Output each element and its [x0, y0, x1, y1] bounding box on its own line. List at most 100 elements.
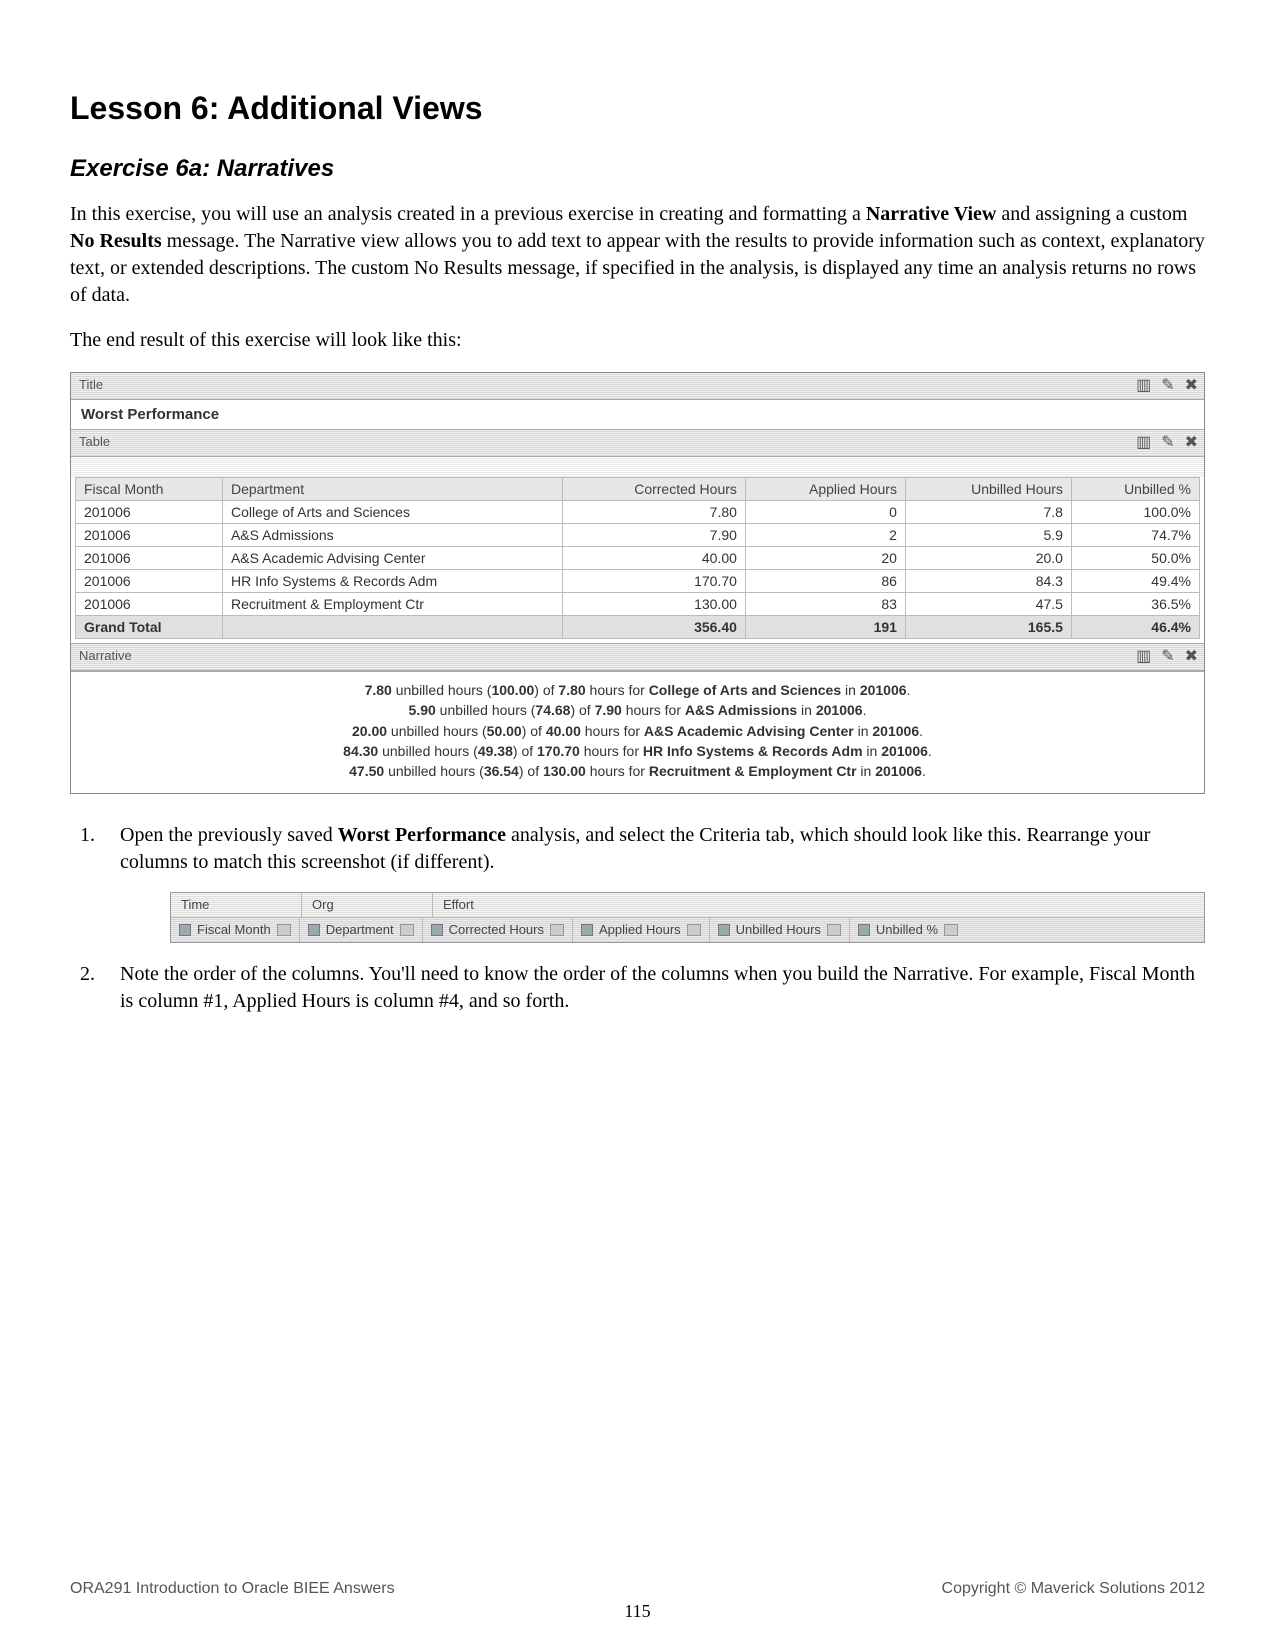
- table-view-body: Fiscal Month Department Corrected Hours …: [71, 477, 1204, 644]
- data-table: Fiscal Month Department Corrected Hours …: [75, 477, 1200, 639]
- cell: 86: [745, 570, 905, 593]
- table-row: 201006A&S Admissions7.9025.974.7%: [76, 524, 1200, 547]
- table-row: 201006A&S Academic Advising Center40.002…: [76, 547, 1200, 570]
- text-bold: Narrative View: [866, 203, 997, 225]
- footer-left: ORA291 Introduction to Oracle BIEE Answe…: [70, 1580, 395, 1598]
- col-header: Unbilled %: [1071, 478, 1199, 501]
- text: In this exercise, you will use an analys…: [70, 203, 866, 225]
- page-number: 115: [0, 1601, 1275, 1622]
- footer-right: Copyright © Maverick Solutions 2012: [942, 1580, 1205, 1598]
- table-total-row: Grand Total 356.40 191 165.5 46.4%: [76, 616, 1200, 639]
- criteria-column[interactable]: Applied Hours: [573, 918, 710, 942]
- column-icon: [179, 924, 191, 936]
- close-icon[interactable]: ✖: [1185, 646, 1198, 666]
- criteria-column[interactable]: Unbilled Hours: [710, 918, 850, 942]
- layout-icon[interactable]: ▥: [1136, 432, 1151, 452]
- cell: 356.40: [563, 616, 746, 639]
- column-icon: [581, 924, 593, 936]
- col-header: Unbilled Hours: [905, 478, 1071, 501]
- step-1: Open the previously saved Worst Performa…: [100, 822, 1205, 942]
- column-icon: [308, 924, 320, 936]
- narrative-view-body: 7.80 unbilled hours (100.00) of 7.80 hou…: [71, 671, 1204, 793]
- total-label: Grand Total: [76, 616, 223, 639]
- close-icon[interactable]: ✖: [1185, 432, 1198, 452]
- edit-icon[interactable]: ✎: [1161, 375, 1174, 395]
- text-bold: Worst Performance: [338, 824, 506, 846]
- column-menu-icon[interactable]: [687, 924, 701, 936]
- cell: 46.4%: [1071, 616, 1199, 639]
- criteria-column[interactable]: Department: [300, 918, 423, 942]
- text-bold: No Results: [70, 230, 162, 252]
- criteria-subject-areas: Time Org Effort: [171, 893, 1204, 917]
- column-label: Unbilled %: [876, 921, 938, 939]
- cell: 7.8: [905, 501, 1071, 524]
- cell: 20: [745, 547, 905, 570]
- criteria-column[interactable]: Fiscal Month: [171, 918, 300, 942]
- cell: 201006: [76, 570, 223, 593]
- view-header-label: Narrative: [79, 648, 132, 663]
- criteria-screenshot: Time Org Effort Fiscal Month Department Co…: [170, 892, 1205, 942]
- column-menu-icon[interactable]: [400, 924, 414, 936]
- criteria-group: Time: [171, 893, 302, 917]
- criteria-group: Effort: [433, 893, 1204, 917]
- cell: 2: [745, 524, 905, 547]
- cell: 50.0%: [1071, 547, 1199, 570]
- col-header: Department: [222, 478, 562, 501]
- layout-icon[interactable]: ▥: [1136, 375, 1151, 395]
- col-header: Applied Hours: [745, 478, 905, 501]
- cell: 7.90: [563, 524, 746, 547]
- view-header-label: Title: [79, 377, 103, 392]
- cell: 130.00: [563, 593, 746, 616]
- edit-icon[interactable]: ✎: [1161, 432, 1174, 452]
- column-label: Department: [326, 921, 394, 939]
- narrative-line: 5.90 unbilled hours (74.68) of 7.90 hour…: [91, 700, 1184, 720]
- cell: 20.0: [905, 547, 1071, 570]
- col-header: Fiscal Month: [76, 478, 223, 501]
- column-menu-icon[interactable]: [827, 924, 841, 936]
- table-header-row: Fiscal Month Department Corrected Hours …: [76, 478, 1200, 501]
- column-label: Applied Hours: [599, 921, 681, 939]
- view-header-narrative: Narrative ▥ ✎ ✖: [71, 644, 1204, 671]
- cell: 84.3: [905, 570, 1071, 593]
- layout-icon[interactable]: ▥: [1136, 646, 1151, 666]
- cell: 7.80: [563, 501, 746, 524]
- column-menu-icon[interactable]: [944, 924, 958, 936]
- column-label: Fiscal Month: [197, 921, 271, 939]
- column-icon: [718, 924, 730, 936]
- criteria-column[interactable]: Corrected Hours: [423, 918, 573, 942]
- cell: A&S Academic Advising Center: [222, 547, 562, 570]
- cell: 165.5: [905, 616, 1071, 639]
- cell: 170.70: [563, 570, 746, 593]
- result-lead-in: The end result of this exercise will loo…: [70, 327, 1205, 354]
- column-label: Corrected Hours: [449, 921, 544, 939]
- cell: 74.7%: [1071, 524, 1199, 547]
- table-row: 201006Recruitment & Employment Ctr130.00…: [76, 593, 1200, 616]
- text: message. The Narrative view allows you t…: [70, 230, 1205, 306]
- column-icon: [858, 924, 870, 936]
- column-menu-icon[interactable]: [550, 924, 564, 936]
- cell: A&S Admissions: [222, 524, 562, 547]
- view-header-table: Table ▥ ✎ ✖: [71, 430, 1204, 457]
- table-row: 201006HR Info Systems & Records Adm170.7…: [76, 570, 1200, 593]
- cell: 83: [745, 593, 905, 616]
- step-2: Note the order of the columns. You'll ne…: [100, 961, 1205, 1015]
- analysis-title: Worst Performance: [81, 406, 219, 423]
- cell: [222, 616, 562, 639]
- criteria-group: Org: [302, 893, 433, 917]
- cell: College of Arts and Sciences: [222, 501, 562, 524]
- criteria-columns: Fiscal Month Department Corrected Hours App…: [171, 917, 1204, 942]
- criteria-column[interactable]: Unbilled %: [850, 918, 966, 942]
- result-screenshot: Title ▥ ✎ ✖ Worst Performance Table ▥ ✎ …: [70, 372, 1205, 794]
- cell: 49.4%: [1071, 570, 1199, 593]
- close-icon[interactable]: ✖: [1185, 375, 1198, 395]
- column-menu-icon[interactable]: [277, 924, 291, 936]
- exercise-heading: Exercise 6a: Narratives: [70, 155, 1205, 183]
- view-header-label: Table: [79, 434, 110, 449]
- text: Open the previously saved: [120, 824, 338, 846]
- cell: 201006: [76, 524, 223, 547]
- cell: 191: [745, 616, 905, 639]
- intro-paragraph: In this exercise, you will use an analys…: [70, 201, 1205, 309]
- cell: 47.5: [905, 593, 1071, 616]
- edit-icon[interactable]: ✎: [1161, 646, 1174, 666]
- cell: 40.00: [563, 547, 746, 570]
